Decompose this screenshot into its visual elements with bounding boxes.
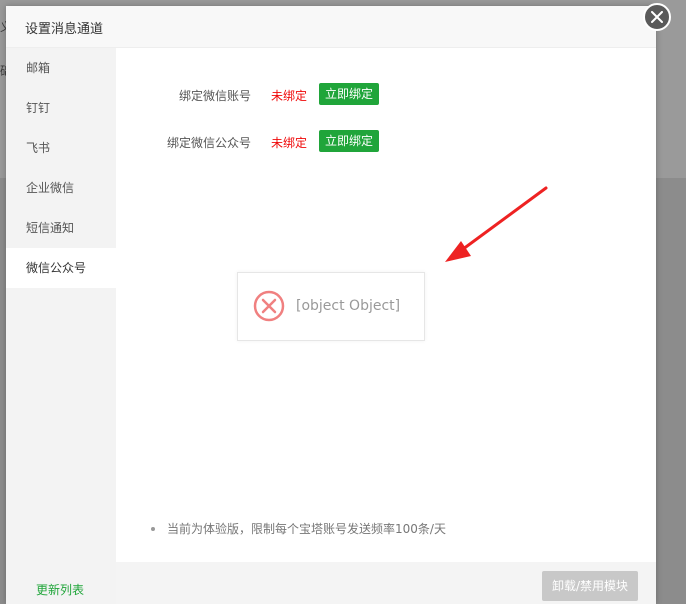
bind-label: 绑定微信账号 <box>178 89 251 103</box>
bind-wechat-official-row: 绑定微信公众号 未绑定 立即绑定 <box>116 130 656 154</box>
sidebar-item-wecom[interactable]: 企业微信 <box>6 168 116 208</box>
bind-wechat-account-row: 绑定微信账号 未绑定 立即绑定 <box>116 83 656 107</box>
bind-status: 未绑定 <box>271 89 308 103</box>
update-list-link[interactable]: 更新列表 <box>36 581 84 598</box>
sidebar-item-dingtalk[interactable]: 钉钉 <box>6 88 116 128</box>
dialog-title: 设置消息通道 <box>25 22 104 37</box>
dialog-header: 设置消息通道 <box>6 6 656 48</box>
bind-label: 绑定微信公众号 <box>166 136 251 150</box>
bind-now-button[interactable]: 立即绑定 <box>319 130 380 152</box>
error-message: [object Object] <box>296 298 401 314</box>
usage-note: 当前为体验版，限制每个宝塔账号发送频率100条/天 <box>151 520 446 537</box>
dialog-footer: 卸载/禁用模块 <box>116 562 656 604</box>
usage-note-text: 当前为体验版，限制每个宝塔账号发送频率100条/天 <box>167 522 446 536</box>
close-button[interactable] <box>643 3 671 31</box>
sidebar-item-email[interactable]: 邮箱 <box>6 48 116 88</box>
uninstall-disable-button[interactable]: 卸载/禁用模块 <box>542 571 639 601</box>
bind-now-button[interactable]: 立即绑定 <box>319 83 380 105</box>
bind-status: 未绑定 <box>271 136 308 150</box>
sidebar-item-feishu[interactable]: 飞书 <box>6 128 116 168</box>
close-icon <box>651 11 663 23</box>
content-panel: 绑定微信账号 未绑定 立即绑定 绑定微信公众号 未绑定 立即绑定 [object… <box>116 48 656 562</box>
bullet-icon <box>151 526 155 531</box>
error-circle-icon <box>253 290 285 322</box>
sidebar: 邮箱 钉钉 飞书 企业微信 短信通知 微信公众号 更新列表 <box>6 48 116 604</box>
error-toast: [object Object] <box>237 272 425 341</box>
message-channel-dialog: 设置消息通道 邮箱 钉钉 飞书 企业微信 短信通知 微信公众号 更新列表 绑定微… <box>6 3 671 604</box>
sidebar-item-sms[interactable]: 短信通知 <box>6 208 116 248</box>
sidebar-item-wechat-official[interactable]: 微信公众号 <box>6 248 116 288</box>
annotation-arrow <box>445 186 548 262</box>
